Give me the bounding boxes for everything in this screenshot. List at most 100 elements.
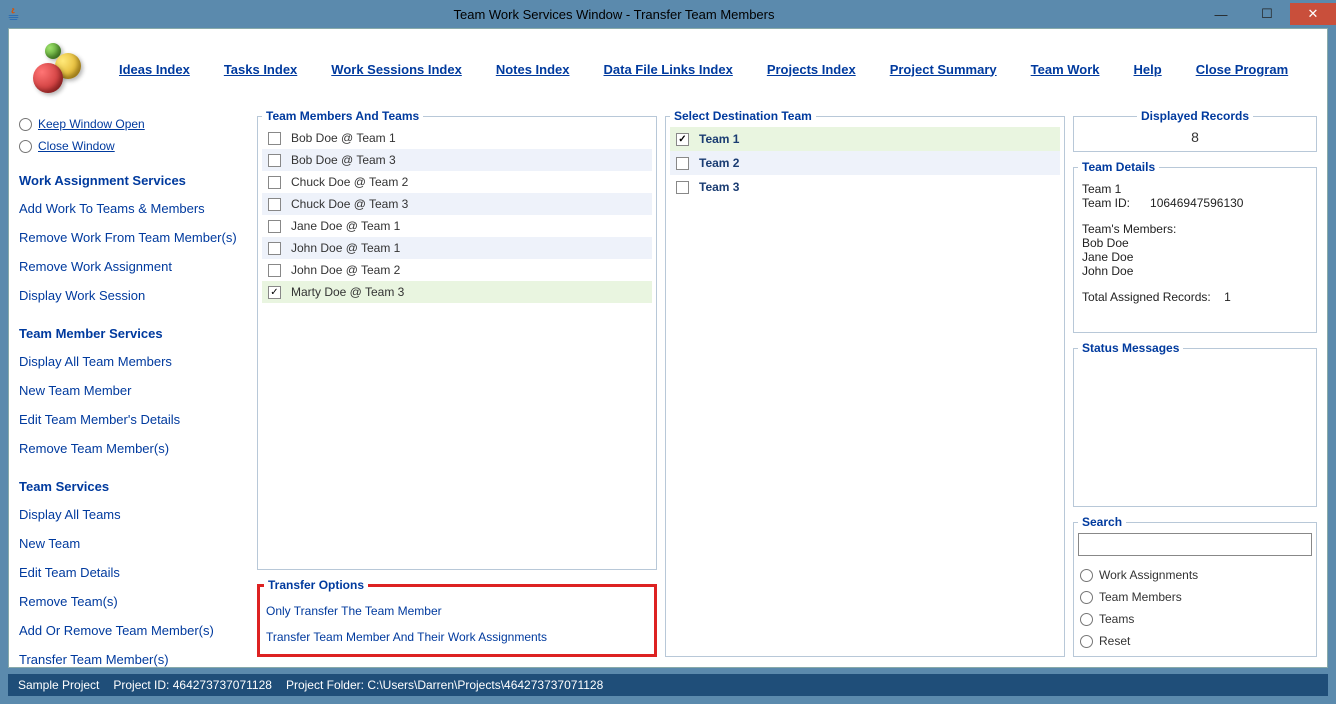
menu-team-work[interactable]: Team Work bbox=[1031, 62, 1100, 77]
search-legend: Search bbox=[1078, 515, 1126, 529]
checkbox-icon[interactable] bbox=[268, 176, 281, 189]
checkbox-icon[interactable] bbox=[268, 264, 281, 277]
destination-row[interactable]: Team 3 bbox=[670, 175, 1060, 199]
remove-teams-link[interactable]: Remove Team(s) bbox=[19, 589, 249, 614]
status-messages-panel: Status Messages bbox=[1073, 341, 1317, 507]
detail-members-label: Team's Members: bbox=[1082, 222, 1292, 236]
display-all-teams-link[interactable]: Display All Teams bbox=[19, 502, 249, 527]
search-teams-radio[interactable]: Teams bbox=[1078, 608, 1312, 630]
member-label: Chuck Doe @ Team 2 bbox=[291, 175, 408, 189]
member-label: Bob Doe @ Team 3 bbox=[291, 153, 396, 167]
displayed-records-legend: Displayed Records bbox=[1137, 109, 1253, 123]
members-list: Bob Doe @ Team 1 Bob Doe @ Team 3 Chuck Do… bbox=[262, 127, 652, 565]
remove-work-assignment-link[interactable]: Remove Work Assignment bbox=[19, 254, 249, 279]
detail-team-id: 10646947596130 bbox=[1150, 196, 1243, 210]
details-scrollbar-thumb[interactable] bbox=[1297, 179, 1311, 299]
search-team-members-radio[interactable]: Team Members bbox=[1078, 586, 1312, 608]
detail-team-name: Team 1 bbox=[1082, 182, 1292, 196]
search-work-assignments-radio[interactable]: Work Assignments bbox=[1078, 564, 1312, 586]
close-button[interactable]: ✕ bbox=[1290, 3, 1336, 25]
menu-help[interactable]: Help bbox=[1134, 62, 1162, 77]
member-row[interactable]: John Doe @ Team 2 bbox=[262, 259, 652, 281]
team-details-legend: Team Details bbox=[1078, 160, 1159, 174]
only-transfer-member-link[interactable]: Only Transfer The Team Member bbox=[264, 598, 650, 624]
status-messages-legend: Status Messages bbox=[1078, 341, 1183, 355]
status-project-id-label: Project ID: bbox=[113, 678, 172, 692]
transfer-members-link[interactable]: Transfer Team Member(s) bbox=[19, 647, 249, 667]
team-members-and-teams-panel: Team Members And Teams Bob Doe @ Team 1B… bbox=[257, 109, 657, 570]
menu-data-file-links-index[interactable]: Data File Links Index bbox=[604, 62, 733, 77]
member-label: Chuck Doe @ Team 3 bbox=[291, 197, 408, 211]
search-panel: Search Work Assignments Team Members Tea… bbox=[1073, 515, 1317, 657]
status-messages-body bbox=[1078, 359, 1312, 502]
details-scrollbar[interactable] bbox=[1296, 178, 1312, 328]
close-window-radio[interactable]: Close Window bbox=[19, 137, 249, 155]
edit-team-member-link[interactable]: Edit Team Member's Details bbox=[19, 407, 249, 432]
displayed-records-count: 8 bbox=[1078, 127, 1312, 147]
status-project-id: 464273737071128 bbox=[173, 678, 272, 692]
status-bar: Sample Project Project ID: 4642737370711… bbox=[8, 674, 1328, 696]
minimize-button[interactable]: — bbox=[1198, 3, 1244, 25]
member-row[interactable]: Chuck Doe @ Team 2 bbox=[262, 171, 652, 193]
title-bar: Team Work Services Window - Transfer Tea… bbox=[0, 0, 1336, 28]
status-project-name: Sample Project bbox=[18, 678, 99, 692]
checkbox-icon[interactable] bbox=[268, 220, 281, 233]
new-team-link[interactable]: New Team bbox=[19, 531, 249, 556]
checkbox-icon[interactable] bbox=[268, 242, 281, 255]
checkbox-icon[interactable] bbox=[676, 181, 689, 194]
destination-row[interactable]: Team 2 bbox=[670, 151, 1060, 175]
display-work-session-link[interactable]: Display Work Session bbox=[19, 283, 249, 308]
search-reset-radio[interactable]: Reset bbox=[1078, 630, 1312, 652]
maximize-button[interactable]: ☐ bbox=[1244, 3, 1290, 25]
checkbox-icon[interactable] bbox=[268, 132, 281, 145]
detail-member-1: Bob Doe bbox=[1082, 236, 1292, 250]
menu-projects-index[interactable]: Projects Index bbox=[767, 62, 856, 77]
checkbox-icon[interactable] bbox=[268, 154, 281, 167]
checkbox-icon[interactable]: ✓ bbox=[676, 133, 689, 146]
search-members-label: Team Members bbox=[1099, 590, 1182, 604]
remove-team-members-link[interactable]: Remove Team Member(s) bbox=[19, 436, 249, 461]
checkbox-icon[interactable]: ✓ bbox=[268, 286, 281, 299]
team-details-body: Team 1 Team ID: 10646947596130 Team's Me… bbox=[1078, 178, 1312, 328]
destination-list: ✓Team 1Team 2 Team 3 bbox=[670, 127, 1060, 199]
member-label: Marty Doe @ Team 3 bbox=[291, 285, 404, 299]
java-icon bbox=[6, 6, 22, 22]
menu-close-program[interactable]: Close Program bbox=[1196, 62, 1288, 77]
status-project-folder: C:\Users\Darren\Projects\464273737071128 bbox=[367, 678, 603, 692]
member-row[interactable]: Chuck Doe @ Team 3 bbox=[262, 193, 652, 215]
member-row[interactable]: John Doe @ Team 1 bbox=[262, 237, 652, 259]
checkbox-icon[interactable] bbox=[676, 157, 689, 170]
member-label: John Doe @ Team 1 bbox=[291, 241, 400, 255]
menu-project-summary[interactable]: Project Summary bbox=[890, 62, 997, 77]
team-details-panel: Team Details Team 1 Team ID: 10646947596… bbox=[1073, 160, 1317, 333]
search-input[interactable] bbox=[1078, 533, 1312, 556]
destination-row[interactable]: ✓Team 1 bbox=[670, 127, 1060, 151]
remove-work-from-members-link[interactable]: Remove Work From Team Member(s) bbox=[19, 225, 249, 250]
detail-member-3: John Doe bbox=[1082, 264, 1292, 278]
add-work-link[interactable]: Add Work To Teams & Members bbox=[19, 196, 249, 221]
member-row[interactable]: Bob Doe @ Team 1 bbox=[262, 127, 652, 149]
app-logo bbox=[29, 41, 85, 97]
member-label: Jane Doe @ Team 1 bbox=[291, 219, 400, 233]
team-member-services-heading: Team Member Services bbox=[19, 326, 249, 341]
menu-tasks-index[interactable]: Tasks Index bbox=[224, 62, 297, 77]
add-remove-members-link[interactable]: Add Or Remove Team Member(s) bbox=[19, 618, 249, 643]
menu-notes-index[interactable]: Notes Index bbox=[496, 62, 570, 77]
menu-bar: Ideas Index Tasks Index Work Sessions In… bbox=[9, 29, 1327, 109]
member-row[interactable]: Jane Doe @ Team 1 bbox=[262, 215, 652, 237]
window-buttons: — ☐ ✕ bbox=[1198, 3, 1336, 25]
checkbox-icon[interactable] bbox=[268, 198, 281, 211]
transfer-member-and-work-link[interactable]: Transfer Team Member And Their Work Assi… bbox=[264, 624, 650, 650]
destination-label: Team 3 bbox=[699, 180, 739, 194]
transfer-options-legend: Transfer Options bbox=[264, 578, 368, 592]
member-row[interactable]: Bob Doe @ Team 3 bbox=[262, 149, 652, 171]
keep-window-open-radio[interactable]: Keep Window Open bbox=[19, 115, 249, 133]
display-all-members-link[interactable]: Display All Team Members bbox=[19, 349, 249, 374]
menu-work-sessions-index[interactable]: Work Sessions Index bbox=[331, 62, 462, 77]
detail-total-records-label: Total Assigned Records: bbox=[1082, 290, 1211, 304]
menu-ideas-index[interactable]: Ideas Index bbox=[119, 62, 190, 77]
new-team-member-link[interactable]: New Team Member bbox=[19, 378, 249, 403]
edit-team-details-link[interactable]: Edit Team Details bbox=[19, 560, 249, 585]
member-row[interactable]: ✓ Marty Doe @ Team 3 bbox=[262, 281, 652, 303]
transfer-options-panel: Transfer Options Only Transfer The Team … bbox=[257, 578, 657, 657]
